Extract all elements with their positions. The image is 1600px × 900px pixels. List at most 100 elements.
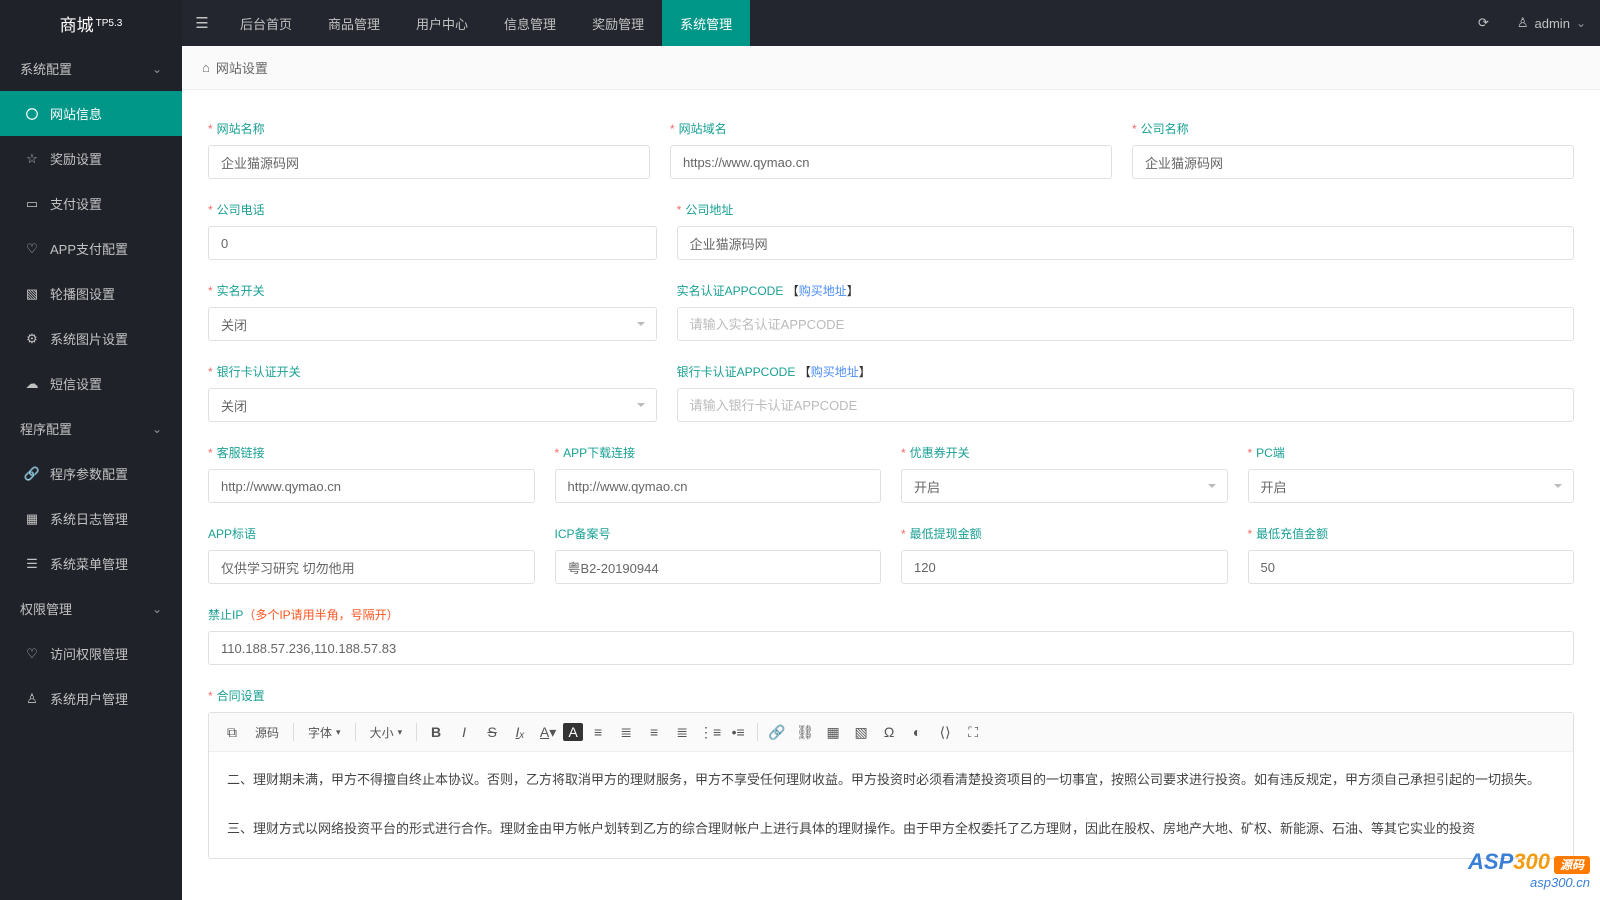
- editor-size-select[interactable]: 大小▾: [362, 719, 411, 745]
- icp-input[interactable]: [555, 550, 882, 584]
- gear-icon: ⚙: [24, 331, 40, 347]
- app-slogan-input[interactable]: [208, 550, 535, 584]
- chevron-down-icon: ⌄: [152, 422, 162, 436]
- label-site-domain: 网站域名: [670, 120, 1112, 137]
- topnav-reward[interactable]: 奖励管理: [574, 0, 662, 46]
- editor-circle-button[interactable]: ◐: [904, 719, 930, 745]
- sidebar-item-users[interactable]: ♙系统用户管理: [0, 676, 182, 721]
- editor-bold-button[interactable]: B: [423, 719, 449, 745]
- shield-icon: ♡: [24, 241, 40, 257]
- sidebar-item-program-param[interactable]: 🔗程序参数配置: [0, 451, 182, 496]
- editor-clear-button[interactable]: Iₓ: [507, 719, 533, 745]
- image-icon: ▧: [24, 286, 40, 302]
- editor-unlink-button[interactable]: ⛓: [792, 719, 818, 745]
- sidebar-item-site-info[interactable]: 网站信息: [0, 91, 182, 136]
- service-link-input[interactable]: [208, 469, 535, 503]
- editor-align-right-button[interactable]: ≡: [641, 719, 667, 745]
- editor-table-button[interactable]: ▦: [820, 719, 846, 745]
- menu-group-system-config[interactable]: 系统配置⌄: [0, 46, 182, 91]
- label-site-name: 网站名称: [208, 120, 650, 137]
- editor-fullscreen-button[interactable]: ⛶: [960, 719, 986, 745]
- company-name-input[interactable]: [1132, 145, 1574, 179]
- content: 网站名称 网站域名 公司名称 公司电话 公司地址 实名开关 实名认证APPCOD…: [182, 90, 1600, 900]
- editor-italic-button[interactable]: I: [451, 719, 477, 745]
- topnav-product[interactable]: 商品管理: [310, 0, 398, 46]
- sidebar: 商城TP5.3 系统配置⌄ 网站信息 ☆奖励设置 ▭支付设置 ♡APP支付配置 …: [0, 0, 182, 900]
- company-phone-input[interactable]: [208, 226, 657, 260]
- ban-ip-input[interactable]: [208, 631, 1574, 665]
- label-company-addr: 公司地址: [677, 201, 1574, 218]
- realname-buy-link[interactable]: 购买地址: [799, 284, 847, 298]
- breadcrumb: ⌂网站设置: [182, 46, 1600, 90]
- menu-group-permission[interactable]: 权限管理⌄: [0, 586, 182, 631]
- editor-toolbar: ⧉ 源码 字体▾ 大小▾ B I S Iₓ A▾ A: [209, 713, 1573, 752]
- topnav-system[interactable]: 系统管理: [662, 0, 750, 46]
- editor-code-button[interactable]: ⟨⟩: [932, 719, 958, 745]
- topnav-user[interactable]: 用户中心: [398, 0, 486, 46]
- label-pc-switch: PC端: [1248, 444, 1575, 461]
- editor-align-justify-button[interactable]: ≣: [669, 719, 695, 745]
- sidebar-item-sms[interactable]: ☁短信设置: [0, 361, 182, 406]
- editor-align-left-button[interactable]: ≡: [585, 719, 611, 745]
- site-name-input[interactable]: [208, 145, 650, 179]
- min-recharge-input[interactable]: [1248, 550, 1575, 584]
- label-ban-ip: 禁止IP（多个IP请用半角，号隔开）: [208, 606, 1574, 623]
- company-addr-input[interactable]: [677, 226, 1574, 260]
- sidebar-item-sys-image[interactable]: ⚙系统图片设置: [0, 316, 182, 361]
- bankcard-switch-select[interactable]: [208, 388, 657, 422]
- label-bankcard-code: 银行卡认证APPCODE 【购买地址】: [677, 363, 1574, 380]
- chevron-down-icon: ⌄: [152, 62, 162, 76]
- editor-link-button[interactable]: 🔗: [764, 719, 790, 745]
- sidebar-item-menu[interactable]: ☰系统菜单管理: [0, 541, 182, 586]
- editor-font-select[interactable]: 字体▾: [300, 719, 349, 745]
- label-contract: 合同设置: [208, 687, 1574, 704]
- editor-bgcolor-button[interactable]: A: [563, 723, 583, 741]
- coupon-switch-select[interactable]: [901, 469, 1228, 503]
- editor-ul-button[interactable]: •≡: [725, 719, 751, 745]
- sidebar-item-access[interactable]: ♡访问权限管理: [0, 631, 182, 676]
- pc-switch-select[interactable]: [1248, 469, 1575, 503]
- chevron-down-icon: ⌄: [1576, 16, 1586, 30]
- globe-icon: [24, 107, 40, 121]
- bankcard-code-input[interactable]: [677, 388, 1574, 422]
- sidebar-item-payment[interactable]: ▭支付设置: [0, 181, 182, 226]
- refresh-button[interactable]: ⟳: [1464, 0, 1503, 46]
- site-domain-input[interactable]: [670, 145, 1112, 179]
- sidebar-item-app-pay[interactable]: ♡APP支付配置: [0, 226, 182, 271]
- editor-source-button[interactable]: 源码: [247, 719, 287, 745]
- editor-content[interactable]: 二、理财期未满，甲方不得擅自终止本协议。否则，乙方将取消甲方的理财服务，甲方不享…: [209, 752, 1573, 858]
- lock-icon: ♡: [24, 646, 40, 662]
- editor-source-icon[interactable]: ⧉: [219, 719, 245, 745]
- topnav: 后台首页 商品管理 用户中心 信息管理 奖励管理 系统管理: [222, 0, 750, 46]
- editor-ol-button[interactable]: ⋮≡: [697, 719, 723, 745]
- sidebar-item-reward[interactable]: ☆奖励设置: [0, 136, 182, 181]
- sidebar-item-carousel[interactable]: ▧轮播图设置: [0, 271, 182, 316]
- menu-toggle-icon[interactable]: ☰: [182, 14, 222, 32]
- refresh-icon: ⟳: [1478, 15, 1489, 31]
- label-realname-code: 实名认证APPCODE 【购买地址】: [677, 282, 1574, 299]
- label-bankcard-switch: 银行卡认证开关: [208, 363, 657, 380]
- label-company-name: 公司名称: [1132, 120, 1574, 137]
- user-menu[interactable]: ♙admin⌄: [1503, 0, 1600, 46]
- editor-omega-button[interactable]: Ω: [876, 719, 902, 745]
- editor-color-button[interactable]: A▾: [535, 719, 561, 745]
- user-icon: ♙: [24, 691, 40, 707]
- realname-switch-select[interactable]: [208, 307, 657, 341]
- menu-group-program-config[interactable]: 程序配置⌄: [0, 406, 182, 451]
- editor-image-button[interactable]: ▧: [848, 719, 874, 745]
- calendar-icon: ▦: [24, 511, 40, 527]
- sidebar-item-log[interactable]: ▦系统日志管理: [0, 496, 182, 541]
- label-min-withdraw: 最低提现金额: [901, 525, 1228, 542]
- editor-strike-button[interactable]: S: [479, 719, 505, 745]
- app-download-input[interactable]: [555, 469, 882, 503]
- cloud-icon: ☁: [24, 376, 40, 392]
- topnav-home[interactable]: 后台首页: [222, 0, 310, 46]
- link-icon: 🔗: [24, 466, 40, 482]
- label-coupon-switch: 优惠券开关: [901, 444, 1228, 461]
- editor-align-center-button[interactable]: ≣: [613, 719, 639, 745]
- topnav-info[interactable]: 信息管理: [486, 0, 574, 46]
- realname-code-input[interactable]: [677, 307, 1574, 341]
- card-icon: ▭: [24, 196, 40, 212]
- min-withdraw-input[interactable]: [901, 550, 1228, 584]
- bankcard-buy-link[interactable]: 购买地址: [811, 365, 859, 379]
